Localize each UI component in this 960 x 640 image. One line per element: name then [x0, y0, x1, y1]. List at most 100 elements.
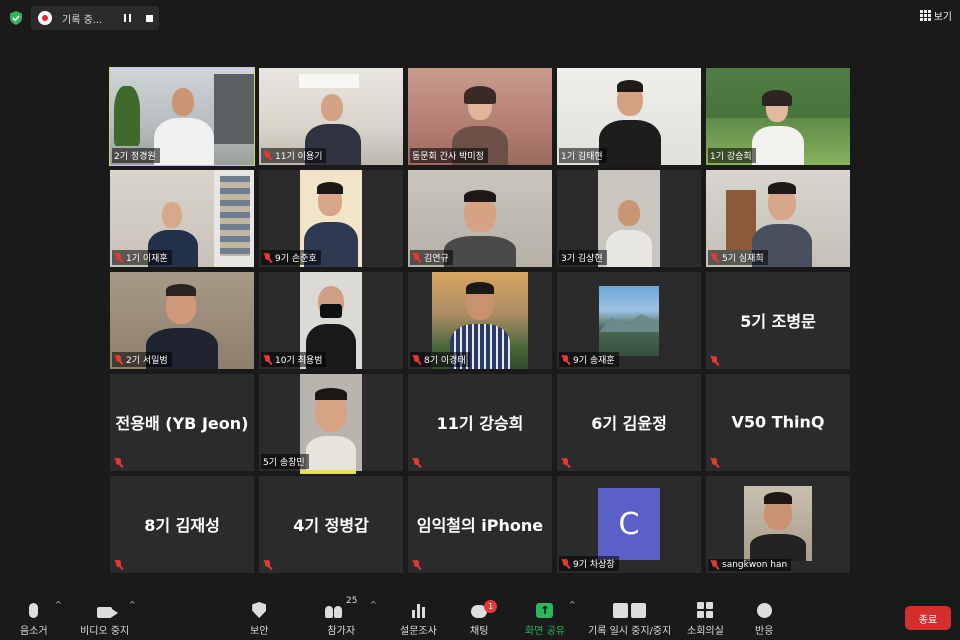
participant-tile[interactable]: 전용배 (YB Jeon)	[110, 374, 254, 471]
participant-tile[interactable]: 김연규	[408, 170, 552, 267]
participant-display-name: 11기 강승희	[436, 413, 524, 433]
participant-tile[interactable]: 11기 강승희	[408, 374, 552, 471]
muted-mic-icon	[561, 558, 570, 569]
participant-display-name: 8기 김재성	[144, 515, 220, 535]
participant-name-tag: 1기 김태현	[559, 148, 607, 163]
participant-name-tag: 2기 서일범	[112, 352, 172, 367]
participant-video	[599, 286, 659, 356]
view-button[interactable]: 보기	[919, 8, 952, 23]
participant-name: 1기 김태현	[561, 152, 603, 162]
breakout-rooms-button[interactable]: 소회의실	[687, 596, 724, 637]
pause-stop-recording-button[interactable]: 기록 일시 중지/중지	[588, 596, 671, 637]
muted-mic-icon	[710, 458, 719, 468]
muted-mic-icon	[561, 458, 570, 468]
share-screen-button[interactable]: ↑ 화면 공유	[525, 596, 565, 637]
participant-tile[interactable]: 3기 김상현	[557, 170, 701, 267]
polls-icon	[411, 604, 425, 618]
participant-name: sangkwon han	[722, 560, 788, 570]
recording-control-label: 기록 일시 중지/중지	[588, 626, 672, 637]
participant-name-tag: sangkwon han	[708, 559, 792, 571]
participant-tile[interactable]: 9기 손준호	[259, 170, 403, 267]
participant-tile[interactable]: 임익철의 iPhone	[408, 476, 552, 573]
muted-mic-icon	[114, 252, 123, 263]
chat-unread-badge: 1	[484, 600, 498, 613]
participant-name: 9기 송재훈	[573, 356, 615, 366]
participants-count: 25	[346, 596, 358, 606]
pause-recording-button[interactable]	[118, 9, 136, 27]
participant-name-tag: 9기 손준호	[261, 250, 321, 265]
participant-video	[744, 486, 812, 561]
participant-display-name: 5기 조병문	[740, 311, 816, 331]
participant-tile[interactable]: 10기 최용범	[259, 272, 403, 369]
participant-name-tag: 9기 차상창	[559, 556, 619, 571]
security-label: 보안	[250, 626, 269, 637]
mute-label: 음소거	[20, 626, 48, 637]
participant-name: 1기 강승희	[710, 152, 752, 162]
security-shield-icon	[252, 602, 267, 618]
participant-name-tag: 9기 송재훈	[559, 352, 619, 367]
participants-label: 참가자	[327, 626, 356, 637]
share-options-chevron-icon[interactable]: ^	[569, 600, 576, 609]
participant-name: 8기 이경태	[424, 356, 466, 366]
participant-name-tag	[559, 457, 574, 469]
participants-button[interactable]: 25 참가자	[325, 596, 357, 637]
chat-button[interactable]: 1 채팅	[470, 596, 498, 637]
participant-name: 5기 송창민	[263, 458, 305, 468]
breakout-rooms-icon	[697, 602, 714, 618]
end-meeting-button[interactable]: 종료	[905, 606, 951, 630]
participant-tile[interactable]: 8기 김재성	[110, 476, 254, 573]
participant-tile[interactable]: 6기 김윤정	[557, 374, 701, 471]
audio-options-chevron-icon[interactable]: ^	[55, 600, 62, 609]
chat-label: 채팅	[470, 626, 489, 637]
muted-mic-icon	[263, 354, 272, 365]
polls-label: 설문조사	[400, 626, 437, 637]
security-button[interactable]: 보안	[250, 596, 268, 637]
participant-name-tag	[261, 559, 276, 571]
participant-name-tag: 김연규	[410, 250, 453, 265]
participant-name: 2기 정경원	[114, 152, 156, 162]
muted-mic-icon	[412, 560, 421, 570]
participant-name: 3기 김상현	[561, 254, 603, 264]
participant-name-tag: 동문회 간사 박미정	[410, 148, 488, 163]
participant-tile[interactable]: 1기 이재훈	[110, 170, 254, 267]
polls-button[interactable]: 설문조사	[400, 596, 437, 637]
record-icon	[38, 11, 52, 25]
mute-button[interactable]: 음소거	[20, 596, 48, 637]
reactions-label: 반응	[755, 626, 774, 637]
participant-tile[interactable]: 2기 정경원	[109, 67, 255, 166]
video-options-chevron-icon[interactable]: ^	[129, 600, 136, 609]
participant-tile[interactable]: 2기 서일범	[110, 272, 254, 369]
reactions-smile-icon	[756, 603, 772, 618]
stop-video-button[interactable]: 비디오 중지	[80, 596, 129, 637]
participant-tile[interactable]: 8기 이경태	[408, 272, 552, 369]
participant-tile[interactable]: C 9기 차상창	[557, 476, 701, 573]
participant-name-tag: 2기 정경원	[112, 148, 160, 163]
participants-options-chevron-icon[interactable]: ^	[370, 600, 377, 609]
view-label: 보기	[933, 12, 952, 23]
reactions-button[interactable]: 반응	[755, 596, 773, 637]
muted-mic-icon	[263, 150, 272, 161]
participant-tile[interactable]: 4기 정병갑	[259, 476, 403, 573]
muted-mic-icon	[263, 560, 272, 570]
muted-mic-icon	[412, 354, 421, 365]
stop-recording-button[interactable]	[140, 9, 158, 27]
muted-mic-icon	[114, 354, 123, 365]
participant-tile[interactable]: 11기 이용기	[259, 68, 403, 165]
participant-tile[interactable]: 5기 조병문	[706, 272, 850, 369]
participant-tile[interactable]: 동문회 간사 박미정	[408, 68, 552, 165]
participant-name: 10기 최용범	[275, 356, 323, 366]
pause-icon	[123, 14, 131, 22]
security-shield-icon[interactable]	[8, 10, 24, 26]
participant-display-name: 4기 정병갑	[293, 515, 369, 535]
participant-name-tag: 8기 이경태	[410, 352, 470, 367]
participant-tile[interactable]: 5기 심재희	[706, 170, 850, 267]
microphone-icon	[29, 603, 39, 618]
participant-tile[interactable]: sangkwon han	[706, 476, 850, 573]
participant-tile[interactable]: 9기 송재훈	[557, 272, 701, 369]
participant-name: 2기 서일범	[126, 356, 168, 366]
participant-tile[interactable]: 5기 송창민	[259, 374, 403, 471]
participant-tile[interactable]: V50 ThinQ	[706, 374, 850, 471]
participant-tile[interactable]: 1기 강승희	[706, 68, 850, 165]
participant-name-tag: 5기 심재희	[708, 250, 768, 265]
participant-tile[interactable]: 1기 김태현	[557, 68, 701, 165]
